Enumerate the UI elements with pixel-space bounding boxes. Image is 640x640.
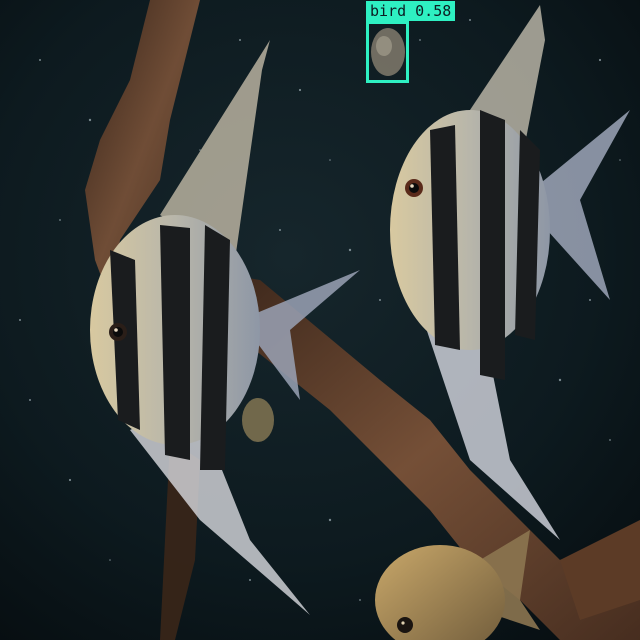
detection-label-bird: bird 0.58 <box>366 1 456 21</box>
aquarium-scene <box>0 0 640 640</box>
detection-box-bird <box>366 21 409 83</box>
background-fish <box>242 398 274 442</box>
aquarium-photo: bird 0.58 <box>0 0 640 640</box>
